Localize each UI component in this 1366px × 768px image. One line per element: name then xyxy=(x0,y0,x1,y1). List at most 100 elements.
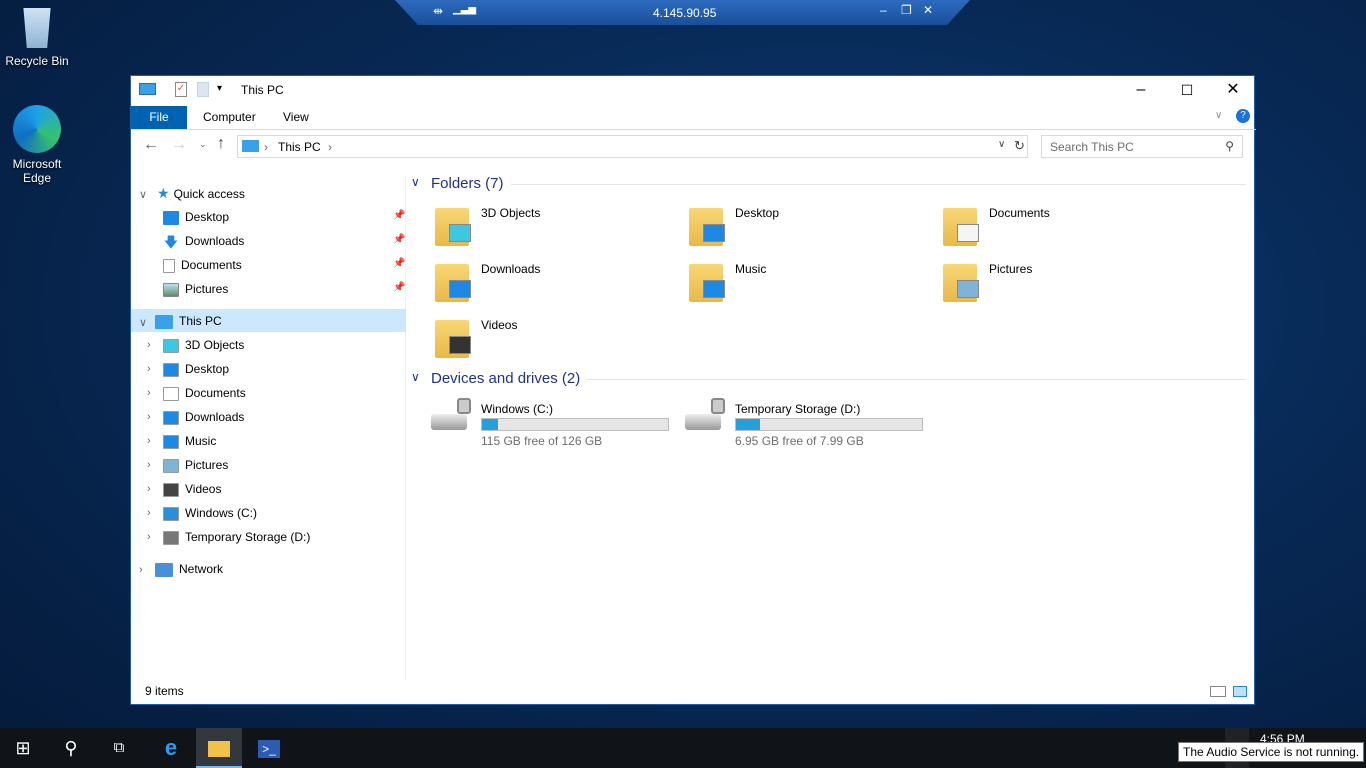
forward-button[interactable]: → xyxy=(171,136,187,154)
nav-quick-pictures[interactable]: Pictures xyxy=(163,278,228,300)
nav-label: Windows (C:) xyxy=(185,506,258,520)
pin-icon[interactable]: 📌 xyxy=(393,282,405,293)
nav-pc-item[interactable]: Desktop xyxy=(163,358,229,380)
edge-desktop-icon[interactable]: Microsoft Edge xyxy=(4,105,70,185)
back-button[interactable]: ← xyxy=(143,136,159,154)
folders-section-header[interactable]: Folders (7) xyxy=(431,175,504,192)
breadcrumb-this-pc[interactable]: This PC xyxy=(278,140,321,154)
desktop-icon xyxy=(163,210,179,225)
folder-tile[interactable]: Downloads xyxy=(435,258,685,308)
chevron-down-icon[interactable]: ∨ xyxy=(139,188,147,201)
maximize-button[interactable]: ☐ xyxy=(1164,76,1210,104)
chevron-right-icon[interactable]: › xyxy=(147,435,151,447)
nav-pc-item[interactable]: Pictures xyxy=(163,454,228,476)
chevron-right-icon[interactable]: › xyxy=(328,140,332,154)
chevron-right-icon[interactable]: › xyxy=(147,459,151,471)
taskbar: ⊞ ⚲ ⧉ e >_ 4:56 PM The Audio Service is … xyxy=(0,728,1366,768)
customize-toolbar-icon[interactable]: ▾ xyxy=(217,83,222,94)
help-icon[interactable]: ? xyxy=(1236,109,1250,123)
nav-pc-item[interactable]: Windows (C:) xyxy=(163,502,257,524)
recycle-bin-desktop-icon[interactable]: Recycle Bin xyxy=(4,8,70,68)
nav-quick-downloads[interactable]: 🡇 Downloads xyxy=(163,230,245,252)
lock-icon xyxy=(711,398,725,414)
powershell-button[interactable]: >_ xyxy=(246,728,292,768)
search-input[interactable]: Search This PC ⚲ xyxy=(1041,135,1243,158)
devices-section-header[interactable]: Devices and drives (2) xyxy=(431,370,580,387)
address-dropdown-icon[interactable]: ∨ xyxy=(998,139,1005,150)
drive-name: Windows (C:) xyxy=(481,402,554,416)
tab-view[interactable]: View xyxy=(269,106,323,129)
close-button[interactable]: ✕ xyxy=(1210,76,1256,104)
restore-icon[interactable]: ❐ xyxy=(901,3,912,17)
drive-tile[interactable]: Windows (C:) 115 GB free of 126 GB xyxy=(429,396,679,448)
large-icons-view-icon[interactable] xyxy=(1233,686,1247,697)
start-button[interactable]: ⊞ xyxy=(0,728,46,768)
remote-desktop-bar: ⇹ ▁▃▅ 4.145.90.95 – ❐ ✕ xyxy=(395,0,970,25)
search-placeholder: Search This PC xyxy=(1050,140,1134,154)
folder-icon xyxy=(208,741,230,758)
search-button[interactable]: ⚲ xyxy=(48,728,94,768)
chevron-right-icon[interactable]: › xyxy=(147,387,151,399)
nav-label: Desktop xyxy=(185,362,230,376)
tab-computer[interactable]: Computer xyxy=(189,106,270,129)
up-button[interactable]: ↑ xyxy=(217,135,225,153)
chevron-right-icon[interactable]: › xyxy=(147,507,151,519)
pin-icon[interactable]: 📌 xyxy=(393,258,405,269)
nav-pc-item[interactable]: Temporary Storage (D:) xyxy=(163,526,310,548)
drive-tile[interactable]: Temporary Storage (D:) 6.95 GB free of 7.… xyxy=(683,396,933,448)
nav-pc-item[interactable]: Downloads xyxy=(163,406,244,428)
chevron-right-icon[interactable]: › xyxy=(147,411,151,423)
details-view-icon[interactable] xyxy=(1210,686,1226,697)
file-explorer-taskbar-button[interactable] xyxy=(196,728,242,768)
nav-pc-item[interactable]: Videos xyxy=(163,478,221,500)
nav-label: Desktop xyxy=(185,210,230,224)
nav-quick-access[interactable]: ★ Quick access xyxy=(157,182,245,204)
tab-file[interactable]: File xyxy=(131,106,187,129)
internet-explorer-button[interactable]: e xyxy=(148,728,194,768)
nav-label: Downloads xyxy=(185,234,245,248)
nav-quick-desktop[interactable]: Desktop xyxy=(163,206,229,228)
pin-icon[interactable]: 📌 xyxy=(393,234,405,245)
chevron-down-icon[interactable]: ∨ xyxy=(139,316,147,329)
folder-tile[interactable]: Documents xyxy=(943,202,1193,252)
minimize-button[interactable]: – xyxy=(1118,76,1164,104)
chevron-down-icon[interactable]: ∨ xyxy=(411,175,420,189)
nav-pc-item[interactable]: 3D Objects xyxy=(163,334,244,356)
search-icon: ⚲ xyxy=(1225,139,1234,153)
folder-label: 3D Objects xyxy=(481,206,541,220)
expand-ribbon-icon[interactable]: ∨ xyxy=(1215,110,1222,121)
nav-pc-item[interactable]: Documents xyxy=(163,382,246,404)
chevron-down-icon[interactable]: ∨ xyxy=(411,370,420,384)
nav-quick-documents[interactable]: Documents xyxy=(163,254,242,276)
nav-label: Documents xyxy=(181,258,242,272)
nav-label: Videos xyxy=(185,482,222,496)
minimize-icon[interactable]: – xyxy=(880,3,887,17)
new-folder-icon[interactable] xyxy=(197,82,209,97)
pin-icon[interactable]: ⇹ xyxy=(433,4,443,18)
refresh-icon[interactable]: ↻ xyxy=(1014,138,1025,154)
recent-locations-button[interactable]: ⌄ xyxy=(199,139,207,150)
chevron-right-icon[interactable]: › xyxy=(139,564,143,576)
address-bar[interactable]: › This PC › ∨ ↻ xyxy=(237,135,1028,158)
folder-tile[interactable]: Videos xyxy=(435,314,685,364)
chevron-right-icon[interactable]: › xyxy=(147,531,151,543)
task-view-button[interactable]: ⧉ xyxy=(96,728,142,768)
nav-network[interactable]: Network xyxy=(155,558,223,580)
chevron-right-icon[interactable]: › xyxy=(147,339,151,351)
close-icon[interactable]: ✕ xyxy=(923,3,933,17)
nav-this-pc[interactable]: This PC xyxy=(155,310,222,332)
chevron-right-icon[interactable]: › xyxy=(147,483,151,495)
pin-icon[interactable]: 📌 xyxy=(393,210,405,221)
drive-free-space: 6.95 GB free of 7.99 GB xyxy=(735,434,864,448)
nav-pc-item[interactable]: Music xyxy=(163,430,216,452)
properties-icon[interactable]: ✓ xyxy=(175,82,187,97)
music-icon xyxy=(703,280,725,298)
folder-tile[interactable]: Pictures xyxy=(943,258,1193,308)
folder-label: Downloads xyxy=(481,262,541,276)
drive-usage-fill xyxy=(736,419,761,430)
folder-tile[interactable]: 3D Objects xyxy=(435,202,685,252)
folder-tile[interactable]: Music xyxy=(689,258,939,308)
ribbon-divider xyxy=(131,129,1256,130)
chevron-right-icon[interactable]: › xyxy=(147,363,151,375)
folder-tile[interactable]: Desktop xyxy=(689,202,939,252)
